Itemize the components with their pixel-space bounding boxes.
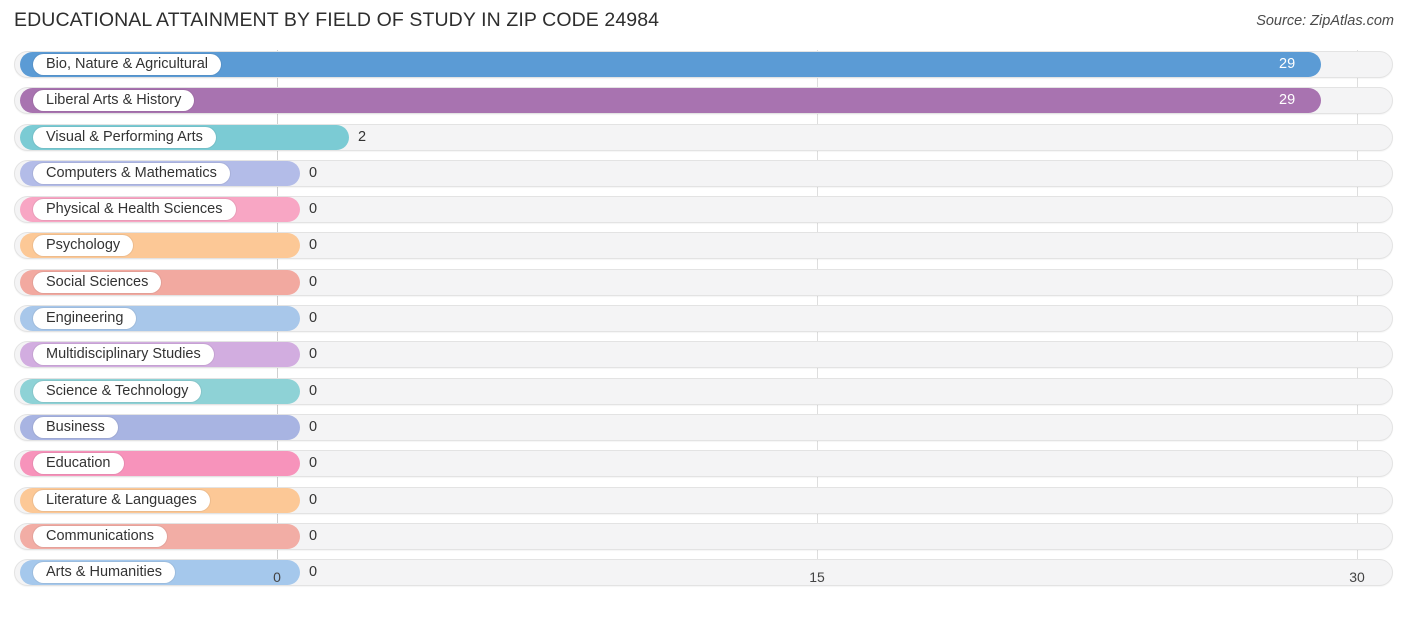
bar-row[interactable]: Computers & Mathematics 0 xyxy=(0,157,1406,193)
bar-value-label: 0 xyxy=(309,418,318,435)
category-label: Science & Technology xyxy=(33,380,202,402)
bar-value-label: 2 xyxy=(358,128,367,145)
bar-value-label: 0 xyxy=(309,527,318,544)
bar-value-label: 0 xyxy=(309,491,318,508)
x-tick-label: 30 xyxy=(1349,569,1365,585)
category-label: Bio, Nature & Agricultural xyxy=(33,54,221,75)
bar-rows: Bio, Nature & Agricultural 29 Liberal Arts… xyxy=(0,48,1406,592)
chart-header: EDUCATIONAL ATTAINMENT BY FIELD OF STUDY… xyxy=(0,0,1406,44)
bar-row[interactable]: Liberal Arts & History 29 xyxy=(0,84,1406,120)
category-label: Psychology xyxy=(33,235,134,257)
page-title: EDUCATIONAL ATTAINMENT BY FIELD OF STUDY… xyxy=(14,9,660,31)
bar-row[interactable]: Visual & Performing Arts 2 xyxy=(0,121,1406,157)
bar-row[interactable]: Communications 0 xyxy=(0,520,1406,556)
bar-value-label: 0 xyxy=(309,164,318,181)
bar-value-label: 29 xyxy=(1279,92,1296,109)
category-label: Social Sciences xyxy=(33,271,162,293)
bar-value-label: 0 xyxy=(309,455,318,472)
category-label: Multidisciplinary Studies xyxy=(33,344,214,366)
category-label: Literature & Languages xyxy=(33,489,210,511)
bar-value-label: 0 xyxy=(309,237,318,254)
bar-value-label: 0 xyxy=(309,201,318,218)
x-axis: 0 15 30 xyxy=(0,563,1406,597)
bar-row[interactable]: Bio, Nature & Agricultural 29 xyxy=(0,48,1406,84)
category-label: Liberal Arts & History xyxy=(33,90,195,112)
category-label: Physical & Health Sciences xyxy=(33,199,236,221)
bar-row[interactable]: Engineering 0 xyxy=(0,302,1406,338)
bar-row[interactable]: Psychology 0 xyxy=(0,229,1406,265)
bar-row[interactable]: Education 0 xyxy=(0,447,1406,483)
category-label: Education xyxy=(33,453,124,475)
bar-row[interactable]: Literature & Languages 0 xyxy=(0,484,1406,520)
x-tick-label: 15 xyxy=(809,569,825,585)
category-label: Computers & Mathematics xyxy=(33,162,230,184)
category-label: Communications xyxy=(33,525,167,547)
category-label: Business xyxy=(33,416,118,438)
chart-plot-area: Bio, Nature & Agricultural 29 Liberal Arts… xyxy=(0,44,1406,597)
bar-row[interactable]: Business 0 xyxy=(0,411,1406,447)
category-label: Engineering xyxy=(33,308,137,330)
x-tick-label: 0 xyxy=(273,569,281,585)
source-attribution: Source: ZipAtlas.com xyxy=(1256,13,1394,29)
bar-row[interactable]: Social Sciences 0 xyxy=(0,266,1406,302)
bar-row[interactable]: Science & Technology 0 xyxy=(0,375,1406,411)
category-label: Visual & Performing Arts xyxy=(33,126,216,148)
bar-value-label: 0 xyxy=(309,382,318,399)
bar-row[interactable]: Multidisciplinary Studies 0 xyxy=(0,338,1406,374)
bar-value-label: 0 xyxy=(309,346,318,363)
bar-value-label: 29 xyxy=(1279,56,1296,72)
bar-row[interactable]: Physical & Health Sciences 0 xyxy=(0,193,1406,229)
bar-value-label: 0 xyxy=(309,310,318,327)
value-bar[interactable] xyxy=(20,88,1321,114)
bar-value-label: 0 xyxy=(309,273,318,290)
